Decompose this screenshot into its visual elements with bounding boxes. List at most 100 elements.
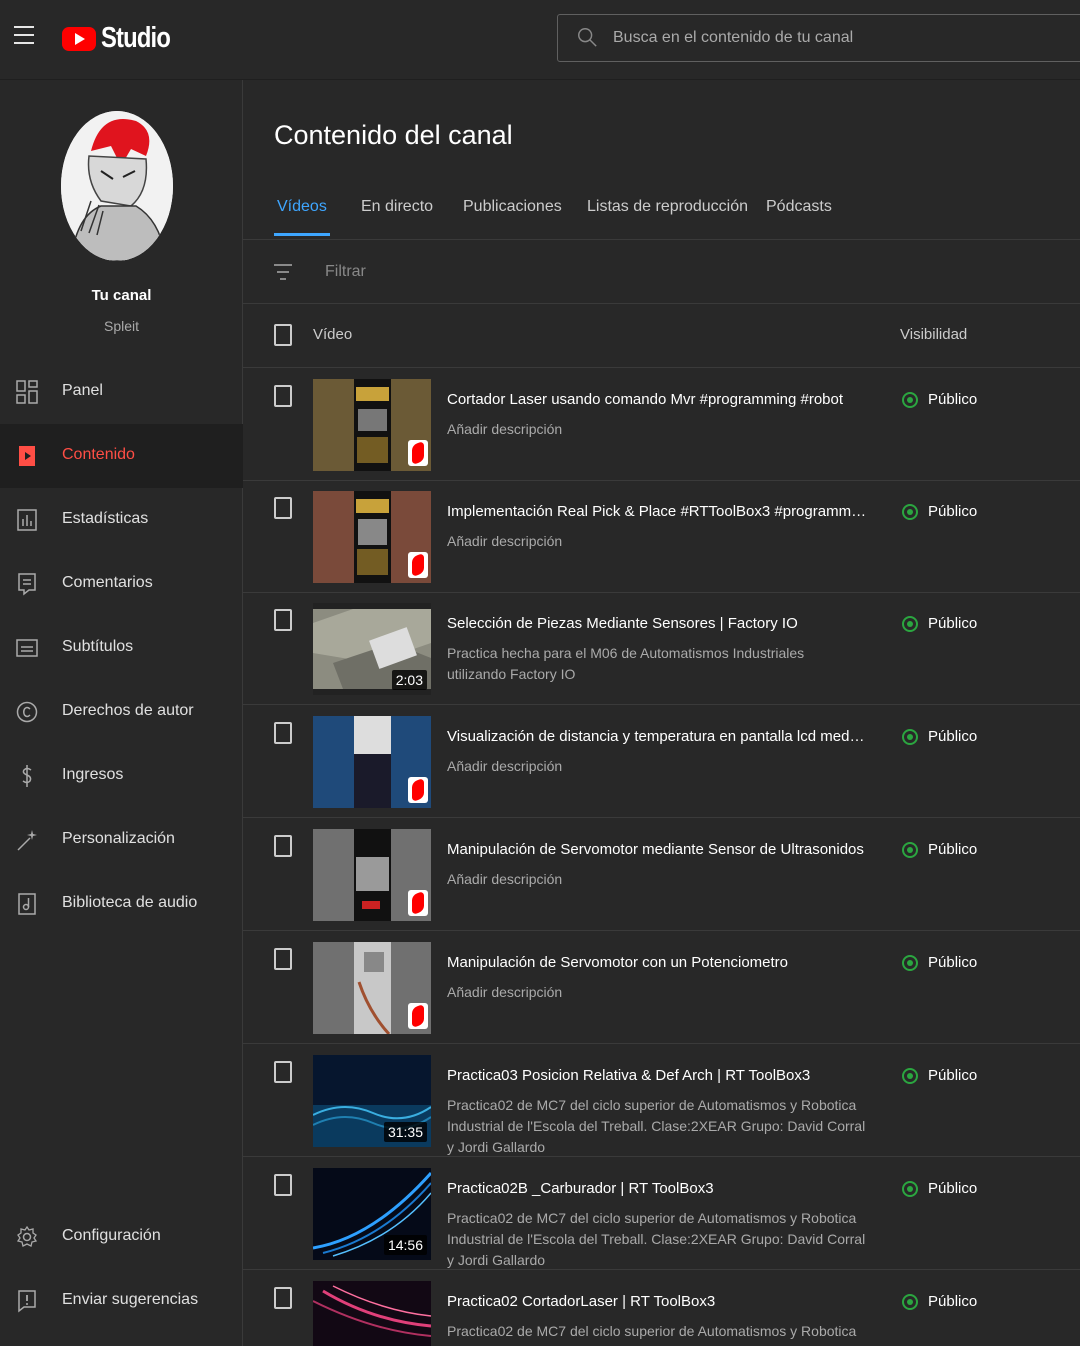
video-thumbnail[interactable] bbox=[313, 716, 431, 808]
shorts-icon bbox=[408, 552, 428, 578]
shorts-icon bbox=[408, 1003, 428, 1029]
page-title: Contenido del canal bbox=[274, 120, 513, 150]
visibility-status[interactable]: Público bbox=[902, 1067, 977, 1084]
video-title[interactable]: Visualización de distancia y temperatura… bbox=[447, 728, 867, 745]
video-title[interactable]: Practica02 CortadorLaser | RT ToolBox3 bbox=[447, 1293, 867, 1310]
visibility-label: Público bbox=[928, 615, 978, 632]
public-eye-icon bbox=[902, 391, 918, 408]
table-row[interactable]: Manipulación de Servomotor mediante Sens… bbox=[243, 819, 1080, 931]
filter-input[interactable]: Filtrar bbox=[325, 263, 366, 281]
video-thumbnail[interactable]: 14:56 bbox=[313, 1168, 431, 1260]
sidebar-item-comentarios[interactable]: Comentarios bbox=[0, 552, 243, 616]
video-title[interactable]: Practica03 Posicion Relativa & Def Arch … bbox=[447, 1067, 867, 1084]
video-thumbnail[interactable] bbox=[313, 379, 431, 471]
video-thumbnail[interactable]: 2:03 bbox=[313, 603, 431, 695]
table-row[interactable]: Practica02 CortadorLaser | RT ToolBox3 P… bbox=[243, 1271, 1080, 1346]
table-header: Vídeo Visibilidad bbox=[243, 304, 1080, 368]
video-thumbnail[interactable] bbox=[313, 942, 431, 1034]
row-checkbox[interactable] bbox=[274, 385, 292, 407]
video-thumbnail[interactable] bbox=[313, 829, 431, 921]
table-row[interactable]: Manipulación de Servomotor con un Potenc… bbox=[243, 932, 1080, 1044]
row-checkbox[interactable] bbox=[274, 497, 292, 519]
video-description: Añadir descripción bbox=[447, 421, 563, 437]
table-row[interactable]: Implementación Real Pick & Place #RTTool… bbox=[243, 481, 1080, 593]
visibility-status[interactable]: Público bbox=[902, 1293, 977, 1310]
video-thumbnail[interactable] bbox=[313, 491, 431, 583]
logo-text: Studio bbox=[101, 22, 171, 54]
video-duration: 14:56 bbox=[383, 1235, 427, 1255]
sidebar-item-configuracion[interactable]: Configuración bbox=[0, 1205, 243, 1269]
video-description: Practica02 de MC7 del ciclo superior de … bbox=[447, 1097, 866, 1155]
filter-icon[interactable] bbox=[273, 262, 293, 282]
sidebar-item-contenido[interactable]: Contenido bbox=[0, 424, 243, 488]
sidebar-item-panel[interactable]: Panel bbox=[0, 360, 243, 424]
video-title[interactable]: Selección de Piezas Mediante Sensores | … bbox=[447, 615, 867, 632]
table-row[interactable]: Cortador Laser usando comando Mvr #progr… bbox=[243, 369, 1080, 481]
audio-library-icon bbox=[18, 893, 36, 915]
avatar[interactable] bbox=[61, 111, 173, 261]
video-description: Practica02 de MC7 del ciclo superior de … bbox=[447, 1323, 857, 1346]
video-title[interactable]: Practica02B _Carburador | RT ToolBox3 bbox=[447, 1180, 867, 1197]
video-title[interactable]: Manipulación de Servomotor con un Potenc… bbox=[447, 954, 867, 971]
visibility-status[interactable]: Público bbox=[902, 503, 977, 520]
studio-logo[interactable]: Studio bbox=[62, 22, 185, 55]
row-checkbox[interactable] bbox=[274, 722, 292, 744]
visibility-status[interactable]: Público bbox=[902, 391, 977, 408]
tab-podcasts[interactable]: Pódcasts bbox=[766, 198, 832, 236]
sidebar-item-derechos[interactable]: Derechos de autor bbox=[0, 680, 243, 744]
row-checkbox[interactable] bbox=[274, 948, 292, 970]
sidebar: Tu canal Spleit Panel Contenido Estadíst… bbox=[0, 80, 243, 1346]
visibility-status[interactable]: Público bbox=[902, 954, 977, 971]
sidebar-item-label: Estadísticas bbox=[62, 510, 149, 527]
sidebar-item-ingresos[interactable]: Ingresos bbox=[0, 744, 243, 808]
sidebar-item-subtitulos[interactable]: Subtítulos bbox=[0, 616, 243, 680]
search-input[interactable]: Busca en el contenido de tu canal bbox=[613, 29, 853, 47]
sidebar-item-biblioteca[interactable]: Biblioteca de audio bbox=[0, 872, 243, 936]
video-title[interactable]: Implementación Real Pick & Place #RTTool… bbox=[447, 503, 867, 520]
visibility-label: Público bbox=[928, 503, 978, 520]
filter-bar[interactable]: Filtrar bbox=[243, 240, 1080, 304]
search-icon bbox=[578, 28, 597, 47]
video-thumbnail[interactable]: 31:35 bbox=[313, 1055, 431, 1147]
search-bar[interactable]: Busca en el contenido de tu canal bbox=[557, 14, 1080, 62]
sidebar-item-label: Configuración bbox=[62, 1227, 161, 1244]
subtitles-icon bbox=[16, 639, 38, 657]
video-duration: 31:35 bbox=[383, 1122, 427, 1142]
visibility-status[interactable]: Público bbox=[902, 841, 977, 858]
shorts-icon bbox=[408, 440, 428, 466]
menu-icon[interactable] bbox=[14, 26, 38, 50]
row-checkbox[interactable] bbox=[274, 609, 292, 631]
tab-en-directo[interactable]: En directo bbox=[361, 198, 433, 236]
public-eye-icon bbox=[902, 1067, 918, 1084]
table-row[interactable]: 14:56 Practica02B _Carburador | RT ToolB… bbox=[243, 1158, 1080, 1270]
table-row[interactable]: 2:03 Selección de Piezas Mediante Sensor… bbox=[243, 593, 1080, 705]
video-title[interactable]: Manipulación de Servomotor mediante Sens… bbox=[447, 841, 867, 858]
copyright-icon bbox=[16, 701, 38, 723]
sidebar-item-estadisticas[interactable]: Estadísticas bbox=[0, 488, 243, 552]
tab-publicaciones[interactable]: Publicaciones bbox=[463, 198, 562, 236]
visibility-status[interactable]: Público bbox=[902, 615, 977, 632]
comments-icon bbox=[18, 573, 36, 596]
table-row[interactable]: 31:35 Practica03 Posicion Relativa & Def… bbox=[243, 1045, 1080, 1157]
row-checkbox[interactable] bbox=[274, 1061, 292, 1083]
feedback-icon bbox=[18, 1290, 36, 1313]
row-checkbox[interactable] bbox=[274, 835, 292, 857]
select-all-checkbox[interactable] bbox=[274, 324, 292, 346]
column-header-video: Vídeo bbox=[313, 326, 353, 343]
visibility-status[interactable]: Público bbox=[902, 1180, 977, 1197]
sidebar-item-label: Enviar sugerencias bbox=[62, 1291, 199, 1308]
tab-videos[interactable]: Vídeos bbox=[274, 198, 330, 236]
video-thumbnail[interactable] bbox=[313, 1281, 431, 1346]
video-title[interactable]: Cortador Laser usando comando Mvr #progr… bbox=[447, 391, 867, 408]
sidebar-item-personalizacion[interactable]: Personalización bbox=[0, 808, 243, 872]
visibility-status[interactable]: Público bbox=[902, 728, 977, 745]
channel-title: Tu canal bbox=[91, 287, 152, 304]
sidebar-item-label: Comentarios bbox=[62, 574, 153, 591]
row-checkbox[interactable] bbox=[274, 1174, 292, 1196]
sidebar-item-sugerencias[interactable]: Enviar sugerencias bbox=[0, 1269, 243, 1333]
video-duration: 2:03 bbox=[391, 670, 427, 690]
sidebar-item-label: Contenido bbox=[62, 446, 135, 463]
row-checkbox[interactable] bbox=[274, 1287, 292, 1309]
table-row[interactable]: Visualización de distancia y temperatura… bbox=[243, 706, 1080, 818]
tab-listas[interactable]: Listas de reproducción bbox=[587, 198, 748, 236]
